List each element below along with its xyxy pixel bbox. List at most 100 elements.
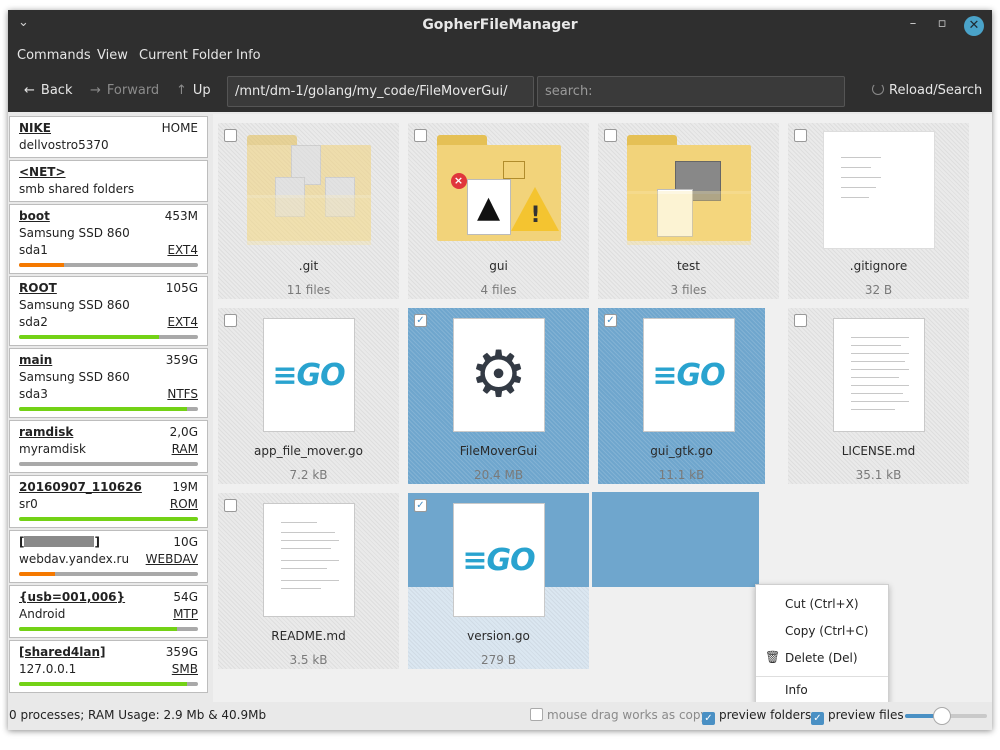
location-tag: HOME	[161, 121, 198, 135]
menu-commands[interactable]: Commands	[17, 48, 91, 63]
app-window: ⌄ GopherFileManager – ▫ ✕ Commands View …	[8, 10, 992, 730]
preview-folders-checkbox[interactable]: ✓	[702, 712, 715, 725]
drive-fs-type[interactable]: EXT4	[167, 314, 198, 331]
file-tile-test[interactable]: test 3 files	[598, 123, 779, 299]
up-label: Up	[192, 83, 211, 98]
menu-bar: Commands View Current Folder Info	[8, 42, 992, 72]
sidebar-item-shared4lan[interactable]: [shared4lan] 359G 127.0.0.1 SMB	[9, 640, 208, 693]
menu-view[interactable]: View	[97, 48, 128, 63]
status-text: 0 processes; RAM Usage: 2.9 Mb & 40.9Mb	[9, 708, 267, 722]
back-button[interactable]: ← Back	[24, 83, 72, 98]
drive-device: sda2	[19, 315, 48, 329]
drive-size: 105G	[165, 281, 198, 295]
menu-item-cut[interactable]: Cut (Ctrl+X)	[785, 597, 859, 611]
sidebar-item-main[interactable]: main 359G Samsung SSD 860 sda3 NTFS	[9, 348, 208, 418]
drive-device: sda3	[19, 387, 48, 401]
zoom-slider[interactable]	[905, 707, 987, 725]
sidebar-item-net[interactable]: <NET> smb shared folders	[9, 160, 208, 202]
file-name: FileMoverGui	[459, 444, 538, 458]
select-checkbox[interactable]	[794, 129, 807, 142]
preview-files-label: preview files	[828, 708, 904, 722]
drive-size: 10G	[173, 535, 198, 549]
file-tile-app-file-mover[interactable]: ≡GO app_file_mover.go 7.2 kB	[218, 308, 399, 484]
select-checkbox[interactable]	[224, 499, 237, 512]
sidebar-item-ramdisk[interactable]: ramdisk 2,0G myramdisk RAM	[9, 420, 208, 473]
drive-model: myramdisk	[19, 442, 86, 456]
file-name: README.md	[271, 629, 346, 643]
file-tile-gui-gtk[interactable]: ✓ ≡GO gui_gtk.go 11.1 kB	[598, 308, 765, 484]
menu-item-delete[interactable]: Delete (Del)	[785, 651, 858, 665]
file-tile-gui[interactable]: ▲ × ! gui 4 files	[408, 123, 589, 299]
preview-files-option[interactable]: ✓ preview files	[811, 708, 904, 725]
drive-device: sda1	[19, 243, 48, 257]
sidebar-item-root[interactable]: ROOT 105G Samsung SSD 860 sda2 EXT4	[9, 276, 208, 346]
file-name: test	[676, 259, 701, 273]
drag-copy-option[interactable]: mouse drag works as copy	[530, 708, 708, 722]
go-file-icon: ≡GO	[237, 315, 380, 435]
usage-bar	[19, 462, 198, 466]
select-checkbox[interactable]: ✓	[604, 314, 617, 327]
drive-fs-type[interactable]: RAM	[172, 441, 198, 458]
arrow-right-icon: →	[90, 83, 101, 98]
slider-handle[interactable]	[933, 707, 951, 725]
file-tile-license[interactable]: LICENSE.md 35.1 kB	[788, 308, 969, 484]
select-checkbox[interactable]	[604, 129, 617, 142]
forward-label: Forward	[106, 83, 160, 98]
go-logo: ≡GO	[462, 542, 535, 578]
drive-fs-type[interactable]: NTFS	[167, 386, 198, 403]
up-button[interactable]: ↑ Up	[176, 83, 211, 98]
drive-fs-type[interactable]: EXT4	[167, 242, 198, 259]
preview-files-checkbox[interactable]: ✓	[811, 712, 824, 725]
sidebar-item-boot[interactable]: boot 453M Samsung SSD 860 sda1 EXT4	[9, 204, 208, 274]
menu-item-info[interactable]: Info	[785, 683, 808, 697]
menu-separator	[756, 676, 888, 677]
sidebar-item-nike[interactable]: NIKE HOME dellvostro5370	[9, 116, 208, 158]
select-checkbox[interactable]: ✓	[414, 314, 427, 327]
go-logo: ≡GO	[272, 357, 345, 393]
file-size: 11.1 kB	[658, 468, 705, 482]
sidebar: NIKE HOME dellvostro5370 <NET> smb shared…	[8, 114, 209, 702]
location-name: <NET>	[19, 165, 66, 179]
menu-info[interactable]: Info	[236, 48, 261, 63]
minimize-icon[interactable]: –	[903, 16, 923, 36]
drive-fs-type[interactable]: ROM	[170, 496, 198, 513]
preview-folders-option[interactable]: ✓ preview folders	[702, 708, 811, 725]
drag-copy-checkbox[interactable]	[530, 708, 543, 721]
path-input[interactable]: /mnt/dm-1/golang/my_code/FileMoverGui/	[227, 76, 534, 107]
select-checkbox[interactable]: ✓	[414, 499, 427, 512]
toolbar: ← Back → Forward ↑ Up /mnt/dm-1/golang/my_c…	[8, 72, 992, 112]
usage-bar	[19, 572, 198, 576]
file-tile-readme[interactable]: README.md 3.5 kB	[218, 493, 399, 669]
folder-icon	[237, 130, 380, 250]
select-checkbox[interactable]	[794, 314, 807, 327]
file-tile-gitignore[interactable]: .gitignore 32 B	[788, 123, 969, 299]
restore-icon[interactable]: ▫	[932, 16, 952, 36]
drive-fs-type[interactable]: SMB	[172, 661, 198, 678]
drive-model: Samsung SSD 860	[19, 298, 130, 312]
search-input[interactable]: search:	[537, 76, 845, 107]
drive-fs-type[interactable]: MTP	[173, 606, 198, 623]
usage-bar	[19, 335, 198, 339]
close-icon[interactable]: ✕	[964, 16, 984, 36]
sidebar-item-webdav[interactable]: [] 10G webdav.yandex.ru WEBDAV	[9, 530, 208, 583]
drive-name: ramdisk	[19, 425, 74, 439]
select-checkbox[interactable]	[414, 129, 427, 142]
menu-item-copy[interactable]: Copy (Ctrl+C)	[785, 624, 868, 638]
menu-current-folder[interactable]: Current Folder	[139, 48, 232, 63]
file-tile-git[interactable]: .git 11 files	[218, 123, 399, 299]
preview-folders-label: preview folders	[719, 708, 812, 722]
select-checkbox[interactable]	[224, 314, 237, 327]
sidebar-item-usb[interactable]: {usb=001,006} 54G Android MTP	[9, 585, 208, 638]
file-tile-version[interactable]: ✓ ≡GO version.go 279 B	[408, 493, 589, 669]
forward-button[interactable]: → Forward	[90, 83, 159, 98]
text-file-icon	[807, 130, 950, 250]
drive-fs-type[interactable]: WEBDAV	[146, 551, 198, 568]
file-tile-filemovergui[interactable]: ✓ ⚙ FileMoverGui 20.4 MB	[408, 308, 589, 484]
arrow-up-icon: ↑	[176, 83, 187, 98]
select-checkbox[interactable]	[224, 129, 237, 142]
file-name: gui_gtk.go	[650, 444, 713, 458]
sidebar-item-cdrom[interactable]: 20160907_110626 19M sr0 ROM	[9, 475, 208, 528]
drive-name: boot	[19, 209, 50, 223]
reload-search-button[interactable]: Reload/Search	[872, 83, 982, 98]
title-bar: ⌄ GopherFileManager – ▫ ✕	[8, 10, 992, 42]
